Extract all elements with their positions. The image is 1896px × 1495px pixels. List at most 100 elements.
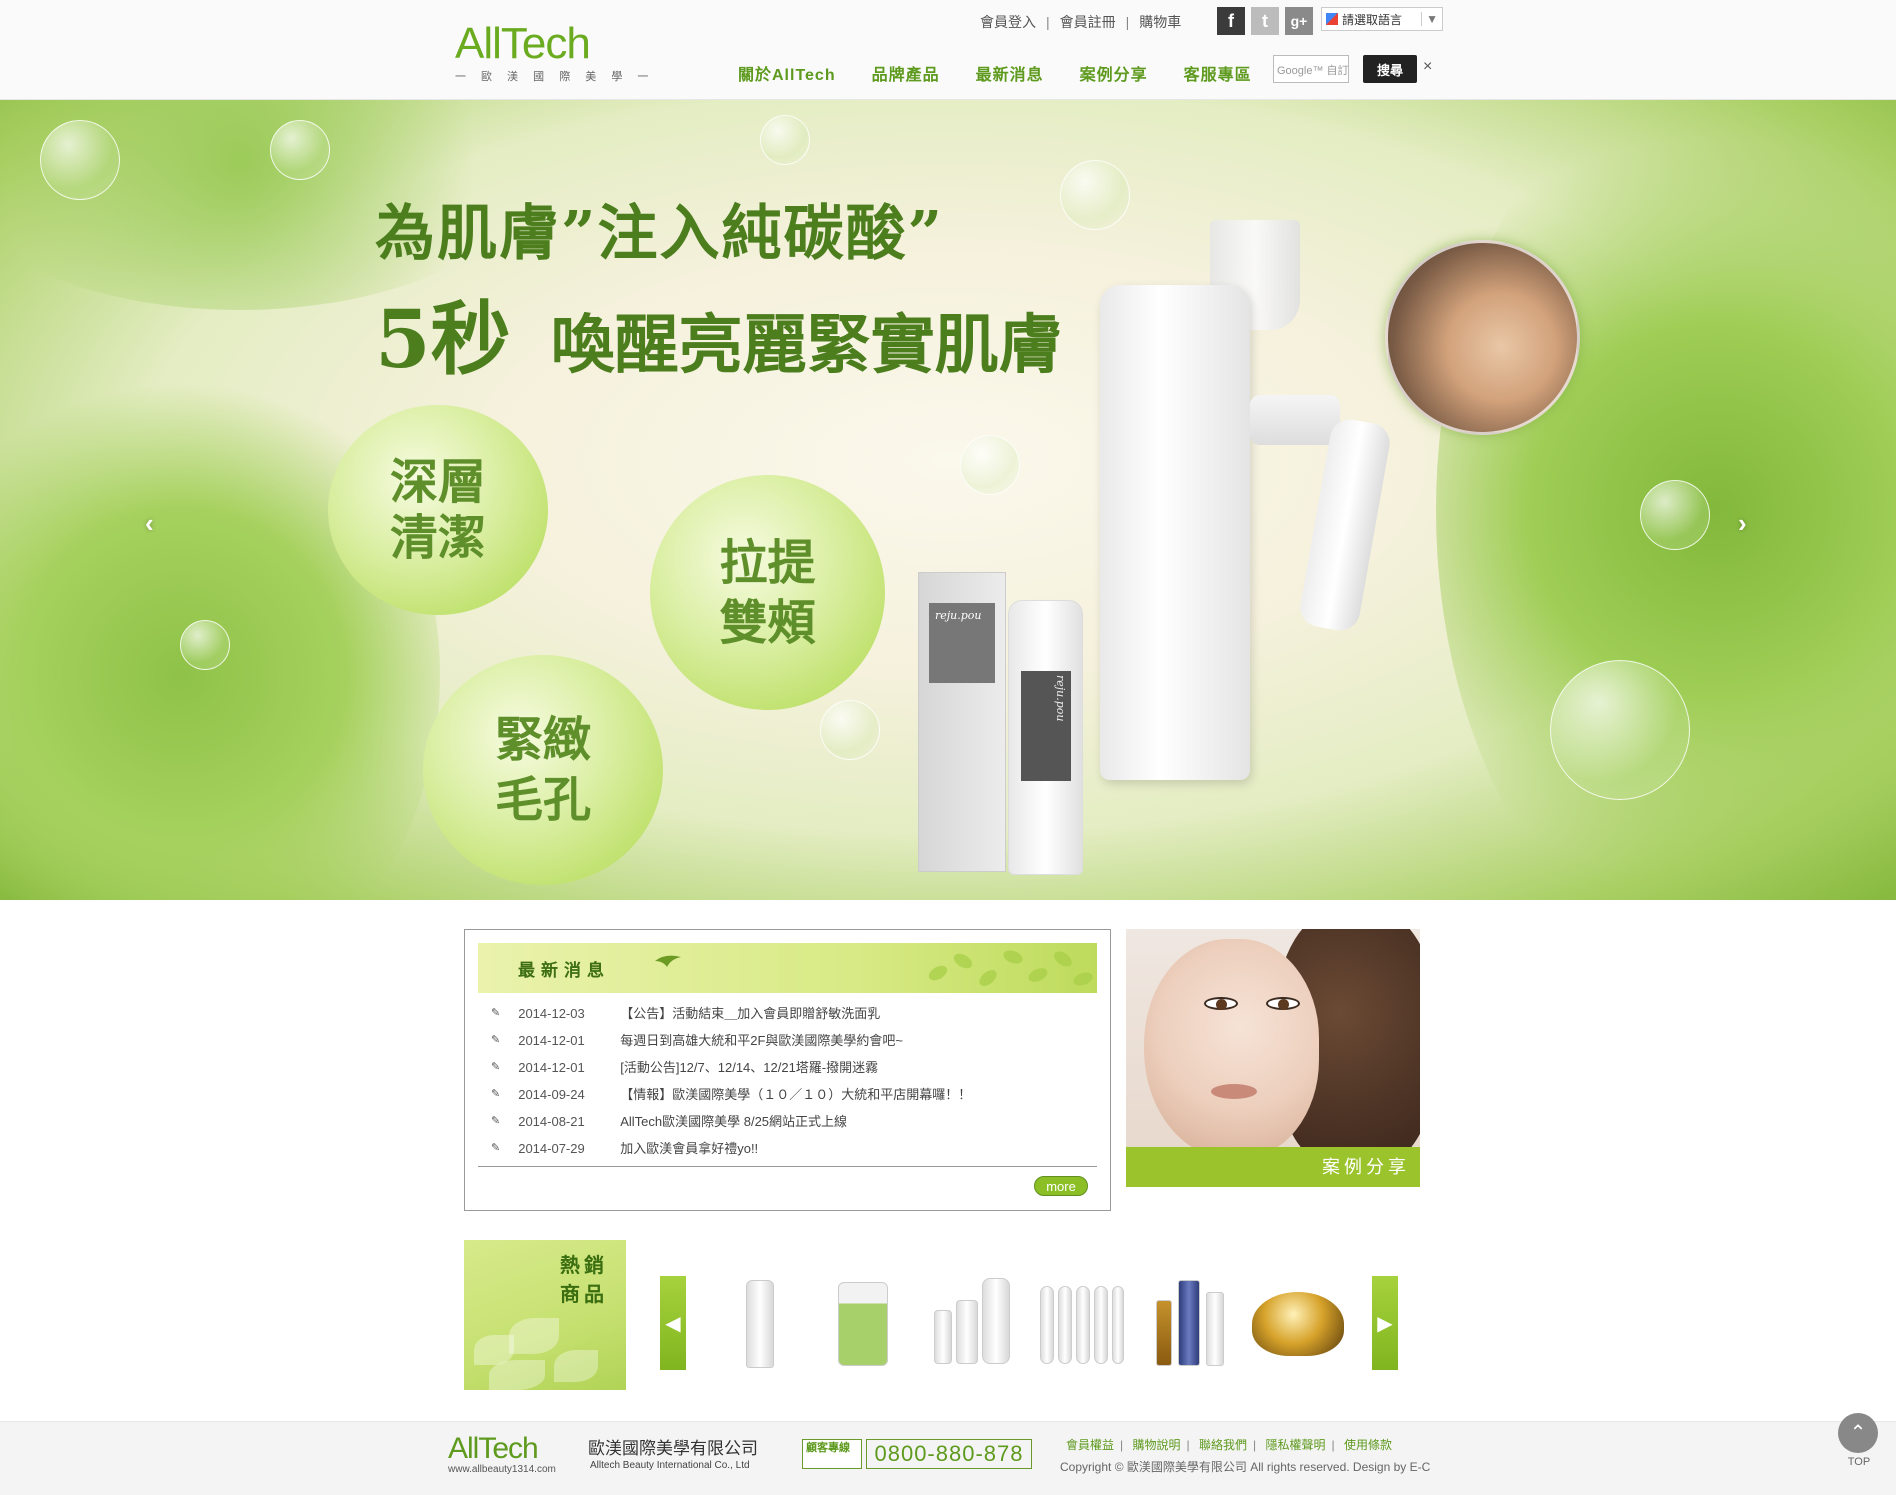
chevron-down-icon: ▼ (1421, 12, 1442, 26)
nav-service[interactable]: 客服專區 (1184, 61, 1252, 85)
footer-url: www.allbeauty1314.com (448, 1464, 556, 1475)
model-photo (1385, 240, 1580, 435)
news-list: ✎ 2014-12-03 【公告】活動結束＿加入會員即贈舒敏洗面乳 ✎ 2014-12… (491, 1000, 971, 1162)
news-date: 2014-12-01 (518, 1060, 585, 1075)
banner-subheadline: 5秒 喚醒亮麗緊實肌膚 (375, 275, 1063, 391)
back-to-top-button[interactable]: ⌃ TOP (1838, 1413, 1880, 1471)
divider: | (1252, 1438, 1257, 1452)
news-text[interactable]: 【公告】活動結束＿加入會員即贈舒敏洗面乳 (620, 1000, 880, 1027)
hot-product-item[interactable] (820, 1270, 908, 1374)
device-nozzle (1250, 395, 1340, 445)
news-title: 最新消息 (518, 961, 610, 980)
prev-slide-arrow-icon[interactable]: ‹ (145, 508, 154, 539)
hot-product-item[interactable] (716, 1270, 804, 1374)
news-item[interactable]: ✎ 2014-07-29 加入歐渼會員拿好禮yo!! (491, 1135, 971, 1162)
nav-cases[interactable]: 案例分享 (1080, 61, 1148, 85)
site-logo[interactable]: AllTech 一 歐 渼 國 際 美 學 一 (455, 22, 655, 84)
device-handle (1297, 416, 1393, 634)
site-footer: AllTech www.allbeauty1314.com 歐渼國際美學有限公司… (0, 1421, 1896, 1495)
tag-icon: ✎ (491, 1142, 501, 1154)
search-input[interactable]: Google™ 自訂搜尋 (1273, 55, 1349, 83)
news-text[interactable]: AllTech歐渼國際美學 8/25網站正式上線 (620, 1108, 847, 1135)
google-translate-icon (1326, 13, 1338, 25)
case-share-card[interactable]: 案例分享 (1126, 929, 1420, 1187)
news-date: 2014-12-03 (518, 1006, 585, 1021)
footer-company-name: 歐渼國際美學有限公司 (588, 1439, 758, 1458)
hot-product-item[interactable] (1036, 1270, 1124, 1374)
more-button[interactable]: more (1034, 1176, 1088, 1196)
news-text[interactable]: 【情報】歐渼國際美學（１０／１０）大統和平店開幕囉！！ (620, 1081, 971, 1108)
product-image (1040, 1286, 1054, 1364)
product-image (1058, 1286, 1072, 1364)
photo-face (1144, 939, 1319, 1159)
latest-news-panel: 最新消息 ✎ 2014-12-03 【公告】活動結束＿加入會員即贈舒敏洗面乳 ✎ 20… (464, 929, 1111, 1211)
bubble (820, 700, 880, 760)
cart-link[interactable]: 購物車 (1139, 12, 1181, 32)
close-icon[interactable]: × (1423, 58, 1432, 76)
footer-link-terms[interactable]: 使用條款 (1344, 1438, 1392, 1452)
tag-icon: ✎ (491, 1115, 501, 1127)
hotline-number: 0800-880-878 (866, 1439, 1032, 1469)
twitter-icon[interactable]: t (1251, 7, 1279, 35)
feature-circle-lifting: 拉提 雙頰 (650, 475, 885, 710)
hot-products-title: 熱銷 商品 (560, 1252, 608, 1310)
product-image (934, 1310, 952, 1364)
footer-company-en: Alltech Beauty International Co., Ltd (590, 1460, 750, 1471)
product-box-image: reju.pou (918, 572, 1006, 872)
logo-subtitle: 一 歐 渼 國 際 美 學 一 (455, 71, 655, 83)
footer-link-shopping-guide[interactable]: 購物說明 (1132, 1438, 1180, 1452)
hot-products-banner: 熱銷 商品 (464, 1240, 626, 1390)
hot-product-item[interactable] (1250, 1270, 1344, 1374)
news-item[interactable]: ✎ 2014-12-01 [活動公告]12/7、12/14、12/21塔羅-撥開迷霧 (491, 1054, 971, 1081)
hero-banner: 為肌膚”注入純碳酸” 5秒 喚醒亮麗緊實肌膚 深層 清潔 拉提 雙頰 緊緻 毛孔 rej… (0, 100, 1896, 900)
news-item[interactable]: ✎ 2014-08-21 AllTech歐渼國際美學 8/25網站正式上線 (491, 1108, 971, 1135)
bubble (1640, 480, 1710, 550)
carousel-prev-arrow-icon[interactable]: ◀ (660, 1276, 686, 1370)
bubble (760, 115, 810, 165)
hot-product-item[interactable] (1146, 1270, 1234, 1374)
bird-icon (655, 955, 681, 967)
news-date: 2014-12-01 (518, 1033, 585, 1048)
news-text[interactable]: 加入歐渼會員拿好禮yo!! (620, 1135, 758, 1162)
feature-line: 拉提 (719, 534, 816, 591)
decorative-leaf (509, 1318, 559, 1354)
register-link[interactable]: 會員註冊 (1060, 12, 1116, 32)
news-item[interactable]: ✎ 2014-09-24 【情報】歐渼國際美學（１０／１０）大統和平店開幕囉！！ (491, 1081, 971, 1108)
footer-links: 會員權益 | 購物說明 | 聯絡我們 | 隱私權聲明 | 使用條款 (1066, 1436, 1392, 1453)
product-brand-label: reju.pou (929, 603, 995, 683)
product-bottle-image: reju.pou (1008, 600, 1083, 875)
decorative-leaf (554, 1350, 598, 1382)
footer-link-contact[interactable]: 聯絡我們 (1199, 1438, 1247, 1452)
next-slide-arrow-icon[interactable]: › (1738, 508, 1747, 539)
main-nav: 關於AllTech 品牌產品 最新消息 案例分享 客服專區 (738, 61, 1252, 85)
nav-about[interactable]: 關於AllTech (738, 61, 836, 85)
footer-logo: AllTech (448, 1432, 539, 1465)
product-image (1112, 1286, 1124, 1364)
language-select[interactable]: 請選取語言 ▼ (1321, 7, 1443, 31)
feature-circle-cleansing: 深層 清潔 (328, 405, 548, 615)
news-item[interactable]: ✎ 2014-12-01 每週日到高雄大統和平2F與歐渼國際美學約會吧~ (491, 1027, 971, 1054)
language-select-label: 請選取語言 (1342, 12, 1403, 27)
product-brand-label: reju.pou (1021, 671, 1071, 781)
product-image (1178, 1280, 1200, 1366)
nav-news[interactable]: 最新消息 (976, 61, 1044, 85)
banner-headline: 為肌膚”注入純碳酸” (375, 199, 945, 269)
product-image (956, 1300, 978, 1364)
hot-product-item[interactable] (926, 1270, 1014, 1374)
carousel-next-arrow-icon[interactable]: ▶ (1372, 1276, 1398, 1370)
facebook-icon[interactable]: f (1217, 7, 1245, 35)
news-text[interactable]: 每週日到高雄大統和平2F與歐渼國際美學約會吧~ (620, 1027, 903, 1054)
login-link[interactable]: 會員登入 (980, 12, 1036, 32)
feature-line: 深層 (389, 454, 486, 510)
device-body (1100, 285, 1250, 780)
news-item[interactable]: ✎ 2014-12-03 【公告】活動結束＿加入會員即贈舒敏洗面乳 (491, 1000, 971, 1027)
google-plus-icon[interactable]: g+ (1285, 7, 1313, 35)
footer-link-member-rights[interactable]: 會員權益 (1066, 1438, 1114, 1452)
footer-link-privacy[interactable]: 隱私權聲明 (1265, 1438, 1325, 1452)
divider: | (1046, 14, 1050, 30)
nav-products[interactable]: 品牌產品 (872, 61, 940, 85)
news-text[interactable]: [活動公告]12/7、12/14、12/21塔羅-撥開迷霧 (620, 1054, 878, 1081)
feature-line: 毛孔 (494, 772, 591, 828)
search-button[interactable]: 搜尋 (1363, 55, 1417, 83)
hot-title-line: 熱銷 (560, 1255, 608, 1277)
